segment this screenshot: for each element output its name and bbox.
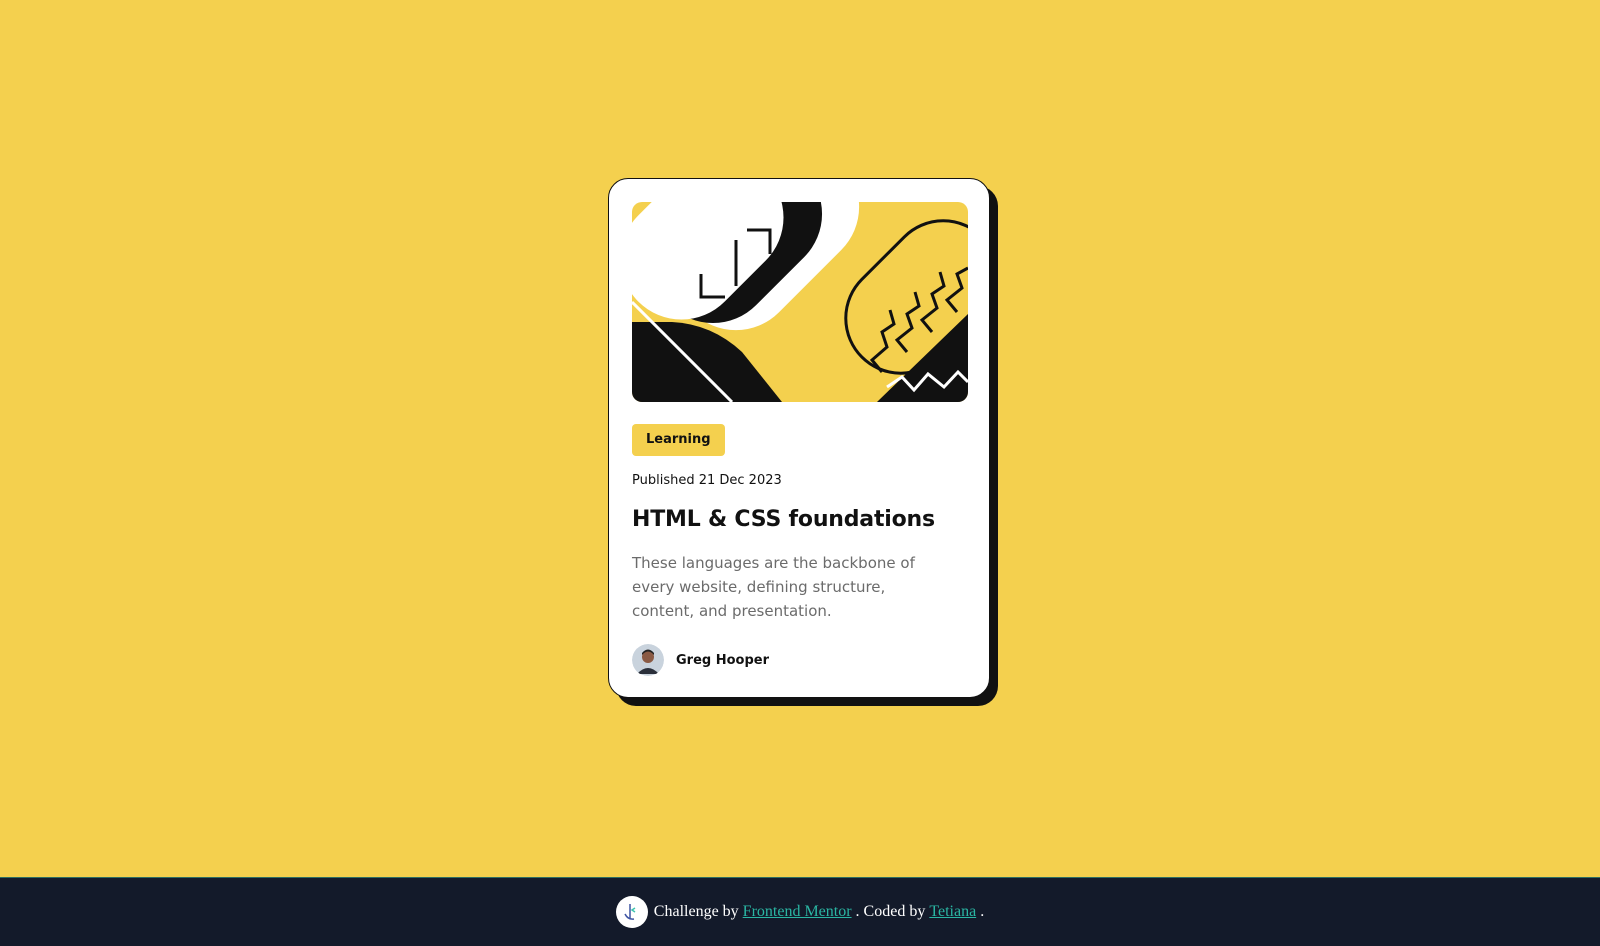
avatar-icon (632, 644, 664, 676)
html-css-illustration-icon (632, 202, 968, 402)
card-description: These languages are the backbone of ever… (632, 554, 915, 620)
card-title[interactable]: HTML & CSS foundations (632, 504, 935, 536)
author-name: Greg Hooper (676, 652, 770, 668)
footer-suffix: . (980, 903, 985, 920)
category-tag: Learning (632, 424, 725, 456)
frontend-mentor-logo-icon (615, 896, 648, 928)
author-link[interactable]: Tetiana (929, 903, 976, 921)
challenge-prefix: Challenge by (653, 903, 739, 920)
frontend-mentor-link[interactable]: Frontend Mentor (743, 903, 852, 921)
attribution-footer: Challenge by Frontend Mentor . Coded by … (0, 877, 1600, 946)
blog-preview-card: Learning Published 21 Dec 2023 HTML & CS… (608, 178, 990, 698)
coded-prefix: . Coded by (855, 903, 926, 920)
author: Greg Hooper (632, 644, 769, 676)
published-date: Published 21 Dec 2023 (632, 473, 782, 488)
